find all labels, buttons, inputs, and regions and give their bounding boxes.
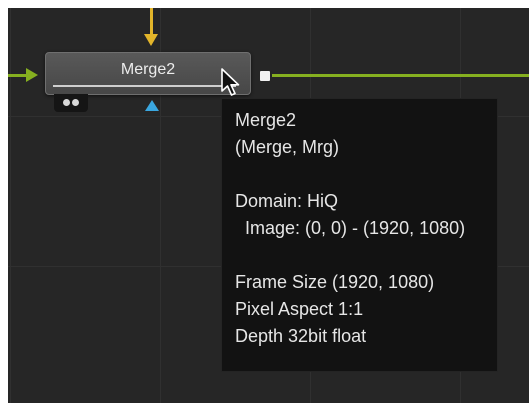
output-wire[interactable] bbox=[272, 74, 529, 77]
node-editor-canvas[interactable]: Merge2 Merge2 (Merge, Mrg) Domain: HiQ I… bbox=[8, 8, 529, 403]
foreground-input-triangle[interactable] bbox=[144, 34, 158, 46]
tooltip-spacer bbox=[235, 161, 497, 188]
node-info-tooltip: Merge2 (Merge, Mrg) Domain: HiQ Image: (… bbox=[221, 98, 498, 372]
tooltip-domain: Domain: HiQ bbox=[235, 191, 339, 211]
tooltip-pixel-aspect: Pixel Aspect 1:1 bbox=[235, 299, 364, 319]
node-progress-bar bbox=[53, 85, 236, 87]
mask-input-triangle[interactable] bbox=[145, 100, 159, 111]
output-square[interactable] bbox=[260, 71, 270, 81]
background-input-wire[interactable] bbox=[8, 74, 28, 77]
view-dot-left bbox=[63, 99, 70, 106]
tooltip-image-domain: Image: (0, 0) - (1920, 1080) bbox=[235, 218, 466, 238]
view-dot-right bbox=[72, 99, 79, 106]
tooltip-node-name: Merge2 bbox=[235, 110, 297, 130]
tooltip-spacer bbox=[235, 242, 497, 269]
mouse-pointer-icon bbox=[221, 68, 240, 96]
tooltip-depth: Depth 32bit float bbox=[235, 326, 367, 346]
node-title: Merge2 bbox=[120, 61, 176, 78]
tooltip-node-type: (Merge, Mrg) bbox=[235, 137, 340, 157]
tooltip-frame-size: Frame Size (1920, 1080) bbox=[235, 272, 435, 292]
background-input-triangle[interactable] bbox=[26, 68, 38, 82]
foreground-input-wire[interactable] bbox=[150, 8, 153, 34]
node-view-indicator-tab[interactable] bbox=[54, 94, 88, 112]
